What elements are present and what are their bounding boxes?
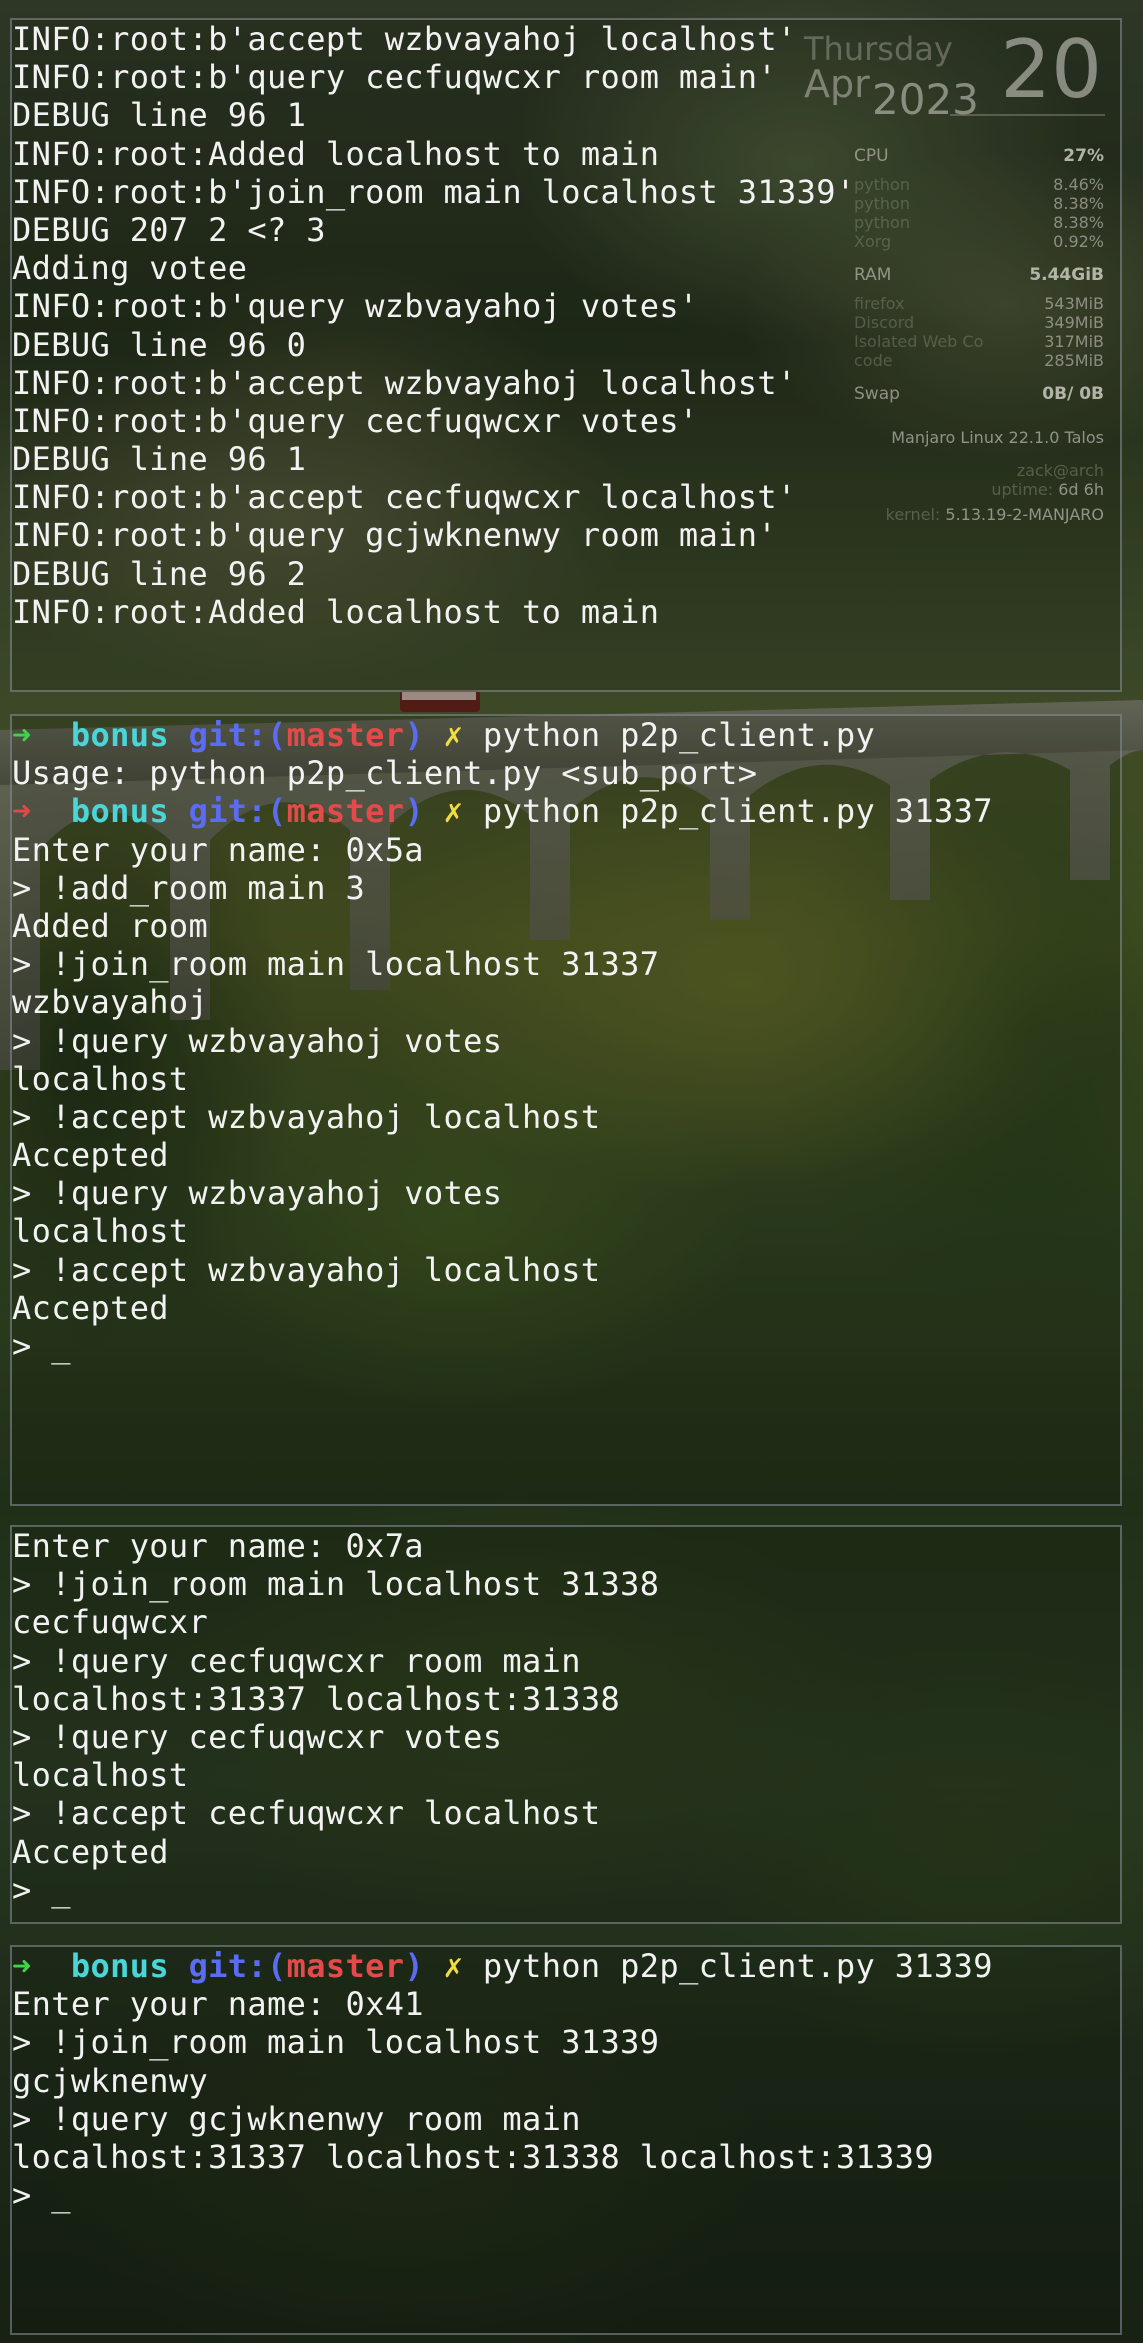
terminal-client-31337[interactable]: ➜ bonus git:(master) ✗ python p2p_client…	[10, 714, 1122, 1506]
command-text: python p2p_client.py	[482, 716, 876, 754]
terminal-line: INFO:root:b'accept wzbvayahoj localhost'	[12, 20, 797, 58]
terminal-line: INFO:root:b'query cecfuqwcxr votes'	[12, 401, 699, 440]
prompt-dir: bonus	[70, 716, 169, 754]
prompt-branch: master	[286, 716, 405, 754]
terminal-line: INFO:root:b'accept cecfuqwcxr localhost'	[12, 478, 797, 517]
terminal-line: Accepted	[12, 1136, 169, 1175]
prompt-arrow-icon: ➜	[12, 716, 32, 754]
prompt-git-label: git:(	[188, 1947, 287, 1985]
terminal-line: > !add_room main 3	[12, 868, 366, 907]
terminal-line: > !query cecfuqwcxr room main	[12, 1641, 581, 1680]
dirty-icon: ✗	[443, 1947, 464, 1985]
prompt-dir: bonus	[70, 1947, 169, 1985]
prompt-arrow-icon: ➜	[12, 792, 32, 831]
terminal-line: INFO:root:b'join_room main localhost 313…	[12, 172, 856, 211]
terminal-line: > !join_room main localhost 31338	[12, 1565, 660, 1604]
terminal-line: localhost	[12, 1212, 189, 1251]
terminal-line: > !query wzbvayahoj votes	[12, 1174, 503, 1213]
terminal-line: DEBUG 207 2 <? 3	[12, 210, 326, 249]
terminal-line: > _	[12, 2176, 71, 2215]
command-text: python p2p_client.py 31339	[482, 1947, 993, 1985]
terminal-line: INFO:root:b'query wzbvayahoj votes'	[12, 287, 699, 326]
terminal-line: > !accept wzbvayahoj localhost	[12, 1250, 601, 1289]
terminal-line: > !accept cecfuqwcxr localhost	[12, 1794, 601, 1833]
terminal-line: Adding votee	[12, 249, 248, 288]
terminal-line: INFO:root:b'query gcjwknenwy room main'	[12, 516, 778, 555]
prompt-branch: master	[286, 792, 405, 831]
prompt-git-close: )	[404, 716, 424, 754]
terminal-line: Enter your name: 0x41	[12, 1985, 424, 2024]
terminal-line: Enter your name: 0x7a	[12, 1527, 424, 1565]
terminal-line: localhost:31337 localhost:31338	[12, 1679, 621, 1718]
terminal-line: > _	[12, 1870, 71, 1909]
dirty-icon: ✗	[443, 716, 464, 754]
terminal-line: > !query gcjwknenwy room main	[12, 2099, 581, 2138]
terminal-line: Accepted	[12, 1832, 169, 1871]
terminal-line: _	[12, 669, 32, 692]
terminal-line: > !accept wzbvayahoj localhost	[12, 1097, 601, 1136]
terminal-line: > !query cecfuqwcxr votes	[12, 1717, 503, 1756]
terminal-line: > !join_room main localhost 31339	[12, 2023, 660, 2062]
terminal-line: wzbvayahoj	[12, 983, 209, 1022]
terminal-line: gcjwknenwy	[12, 2061, 209, 2100]
terminal-line: Accepted	[12, 1288, 169, 1327]
terminal-line: Enter your name: 0x5a	[12, 830, 424, 869]
prompt-line: ➜ bonus git:(master) ✗ python p2p_client…	[12, 1947, 993, 1985]
prompt-git-close: )	[404, 1947, 424, 1985]
prompt-branch: master	[286, 1947, 405, 1985]
prompt-dir: bonus	[70, 792, 169, 831]
prompt-git-label: git:(	[188, 792, 287, 831]
terminal-client-31339[interactable]: ➜ bonus git:(master) ✗ python p2p_client…	[10, 1945, 1122, 2335]
terminal-output: ➜ bonus git:(master) ✗ python p2p_client…	[12, 716, 993, 1365]
terminal-line: localhost	[12, 1756, 189, 1795]
terminal-line: DEBUG line 96 0	[12, 325, 307, 364]
terminal-line: > !query wzbvayahoj votes	[12, 1021, 503, 1060]
terminal-line: cecfuqwcxr	[12, 1603, 209, 1642]
terminal-output: Enter your name: 0x7a > !join_room main l…	[12, 1527, 659, 1909]
terminal-line: INFO:root:Added localhost to main	[12, 592, 660, 631]
terminal-line: INFO:root:Added localhost to main	[12, 134, 660, 173]
terminal-server-log[interactable]: INFO:root:b'accept wzbvayahoj localhost'…	[10, 18, 1122, 692]
prompt-arrow-icon: ➜	[12, 1947, 32, 1985]
terminal-line: localhost	[12, 1059, 189, 1098]
terminal-output: INFO:root:b'accept wzbvayahoj localhost'…	[12, 20, 856, 692]
terminal-line: Added room	[12, 906, 209, 945]
prompt-line: ➜ bonus git:(master) ✗ python p2p_client…	[12, 792, 993, 830]
terminal-line: DEBUG line 96 2	[12, 554, 307, 593]
terminal-line: INFO:root:b'accept wzbvayahoj localhost'	[12, 363, 797, 402]
terminal-line: DEBUG line 96 1	[12, 96, 307, 135]
terminal-output: ➜ bonus git:(master) ✗ python p2p_client…	[12, 1947, 993, 2214]
terminal-line: > _	[12, 1327, 71, 1365]
terminal-line: localhost:31337 localhost:31338 localhos…	[12, 2137, 934, 2176]
prompt-git-label: git:(	[188, 716, 287, 754]
output-line: Usage: python p2p_client.py <sub_port>	[12, 754, 758, 793]
terminal-client-31338[interactable]: Enter your name: 0x7a > !join_room main l…	[10, 1525, 1122, 1924]
terminal-line: INFO:root:b'query cecfuqwcxr room main'	[12, 58, 778, 97]
dirty-icon: ✗	[443, 792, 464, 831]
command-text: python p2p_client.py 31337	[482, 792, 993, 831]
terminal-line: DEBUG line 96 1	[12, 440, 307, 479]
prompt-git-close: )	[404, 792, 424, 831]
prompt-line: ➜ bonus git:(master) ✗ python p2p_client…	[12, 716, 993, 754]
terminal-line: > !join_room main localhost 31337	[12, 945, 660, 984]
